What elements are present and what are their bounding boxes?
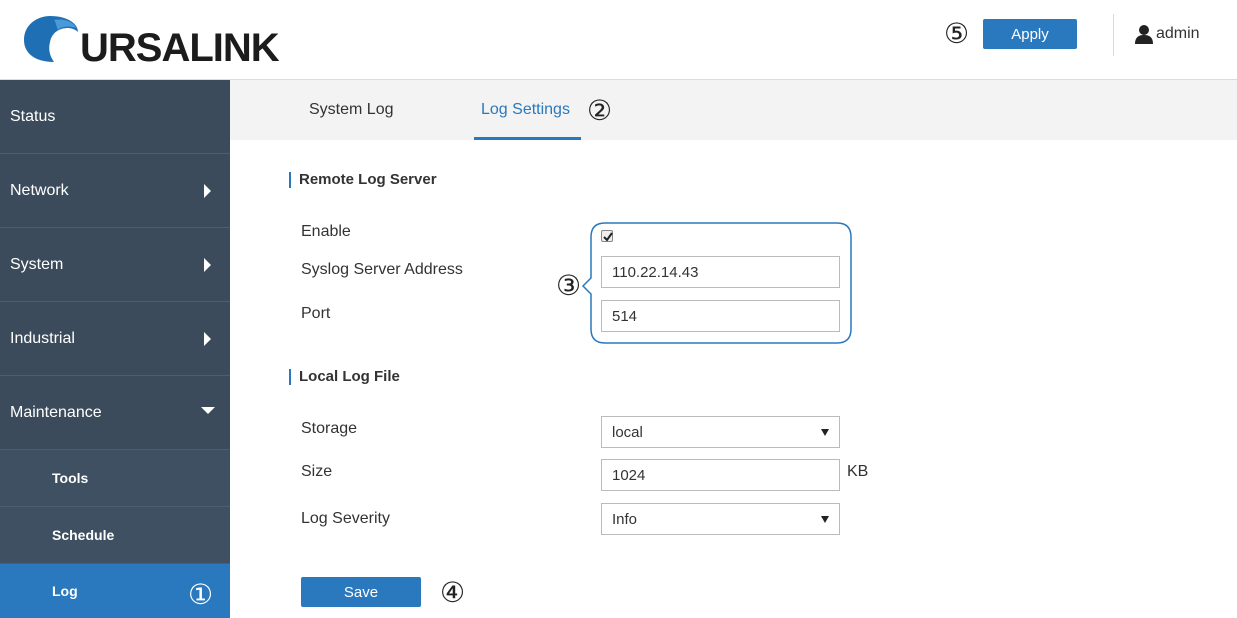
apply-marker: ⑤ — [944, 17, 970, 50]
section-title-local: Local Log File — [289, 369, 400, 385]
chevron-right-icon — [204, 331, 211, 346]
highlight-bracket — [581, 222, 852, 344]
user-icon — [1135, 25, 1153, 44]
sidebar-item-label: Industrial — [10, 329, 75, 347]
tab-system-log[interactable]: System Log — [309, 80, 393, 140]
storage-value: local — [612, 423, 643, 441]
tab-marker: ② — [587, 94, 613, 127]
apply-button[interactable]: Apply — [983, 19, 1077, 49]
size-input[interactable]: 1024 — [601, 459, 840, 491]
sidebar-item-label: Network — [10, 181, 69, 199]
tab-log-settings[interactable]: Log Settings — [481, 80, 570, 140]
storage-label: Storage — [301, 420, 358, 437]
storage-select[interactable]: local — [601, 416, 840, 448]
sidebar-item-label: System — [10, 255, 64, 273]
sidebar-item-industrial[interactable]: Industrial — [0, 302, 230, 376]
header-divider — [1113, 14, 1114, 56]
enable-label: Enable — [301, 223, 351, 240]
log-severity-value: Info — [612, 510, 638, 528]
brand-name: URSALINK — [80, 26, 280, 70]
tab-label: System Log — [309, 101, 394, 118]
save-button[interactable]: Save — [301, 577, 421, 607]
sidebar-subitem-label: Tools — [52, 470, 89, 486]
brand-logo[interactable]: URSALINK — [20, 10, 280, 72]
log-marker: ① — [188, 578, 214, 611]
sidebar-item-status[interactable]: Status — [0, 80, 230, 154]
size-label: Size — [301, 463, 333, 480]
tab-label: Log Settings — [481, 101, 570, 118]
chevron-down-icon — [201, 406, 215, 414]
user-menu[interactable]: admin — [1134, 19, 1200, 49]
sidebar-subitem-schedule[interactable]: Schedule — [0, 507, 230, 564]
syslog-address-label: Syslog Server Address — [301, 261, 463, 278]
log-severity-select[interactable]: Info — [601, 503, 840, 535]
log-severity-label: Log Severity — [301, 510, 390, 527]
sidebar-item-network[interactable]: Network — [0, 154, 230, 228]
username: admin — [1156, 25, 1200, 42]
sidebar-item-system[interactable]: System — [0, 228, 230, 302]
active-tab-indicator — [474, 137, 581, 140]
sidebar-item-label: Maintenance — [10, 403, 102, 421]
sidebar-item-maintenance[interactable]: Maintenance — [0, 376, 230, 450]
chevron-right-icon — [204, 183, 211, 198]
remote-marker: ③ — [556, 269, 582, 302]
chevron-right-icon — [204, 257, 211, 272]
dropdown-arrow-icon — [821, 516, 829, 523]
port-label: Port — [301, 305, 331, 322]
sidebar-subitem-tools[interactable]: Tools — [0, 450, 230, 507]
dropdown-arrow-icon — [821, 429, 829, 436]
sidebar-subitem-label: Schedule — [52, 527, 115, 543]
top-header: URSALINK ⑤ Apply admin — [0, 0, 1237, 80]
sidebar-subitem-label: Log — [52, 583, 78, 599]
save-marker: ④ — [440, 576, 466, 609]
section-title-remote: Remote Log Server — [289, 172, 437, 188]
size-unit: KB — [847, 463, 869, 480]
sidebar-item-label: Status — [10, 107, 56, 125]
